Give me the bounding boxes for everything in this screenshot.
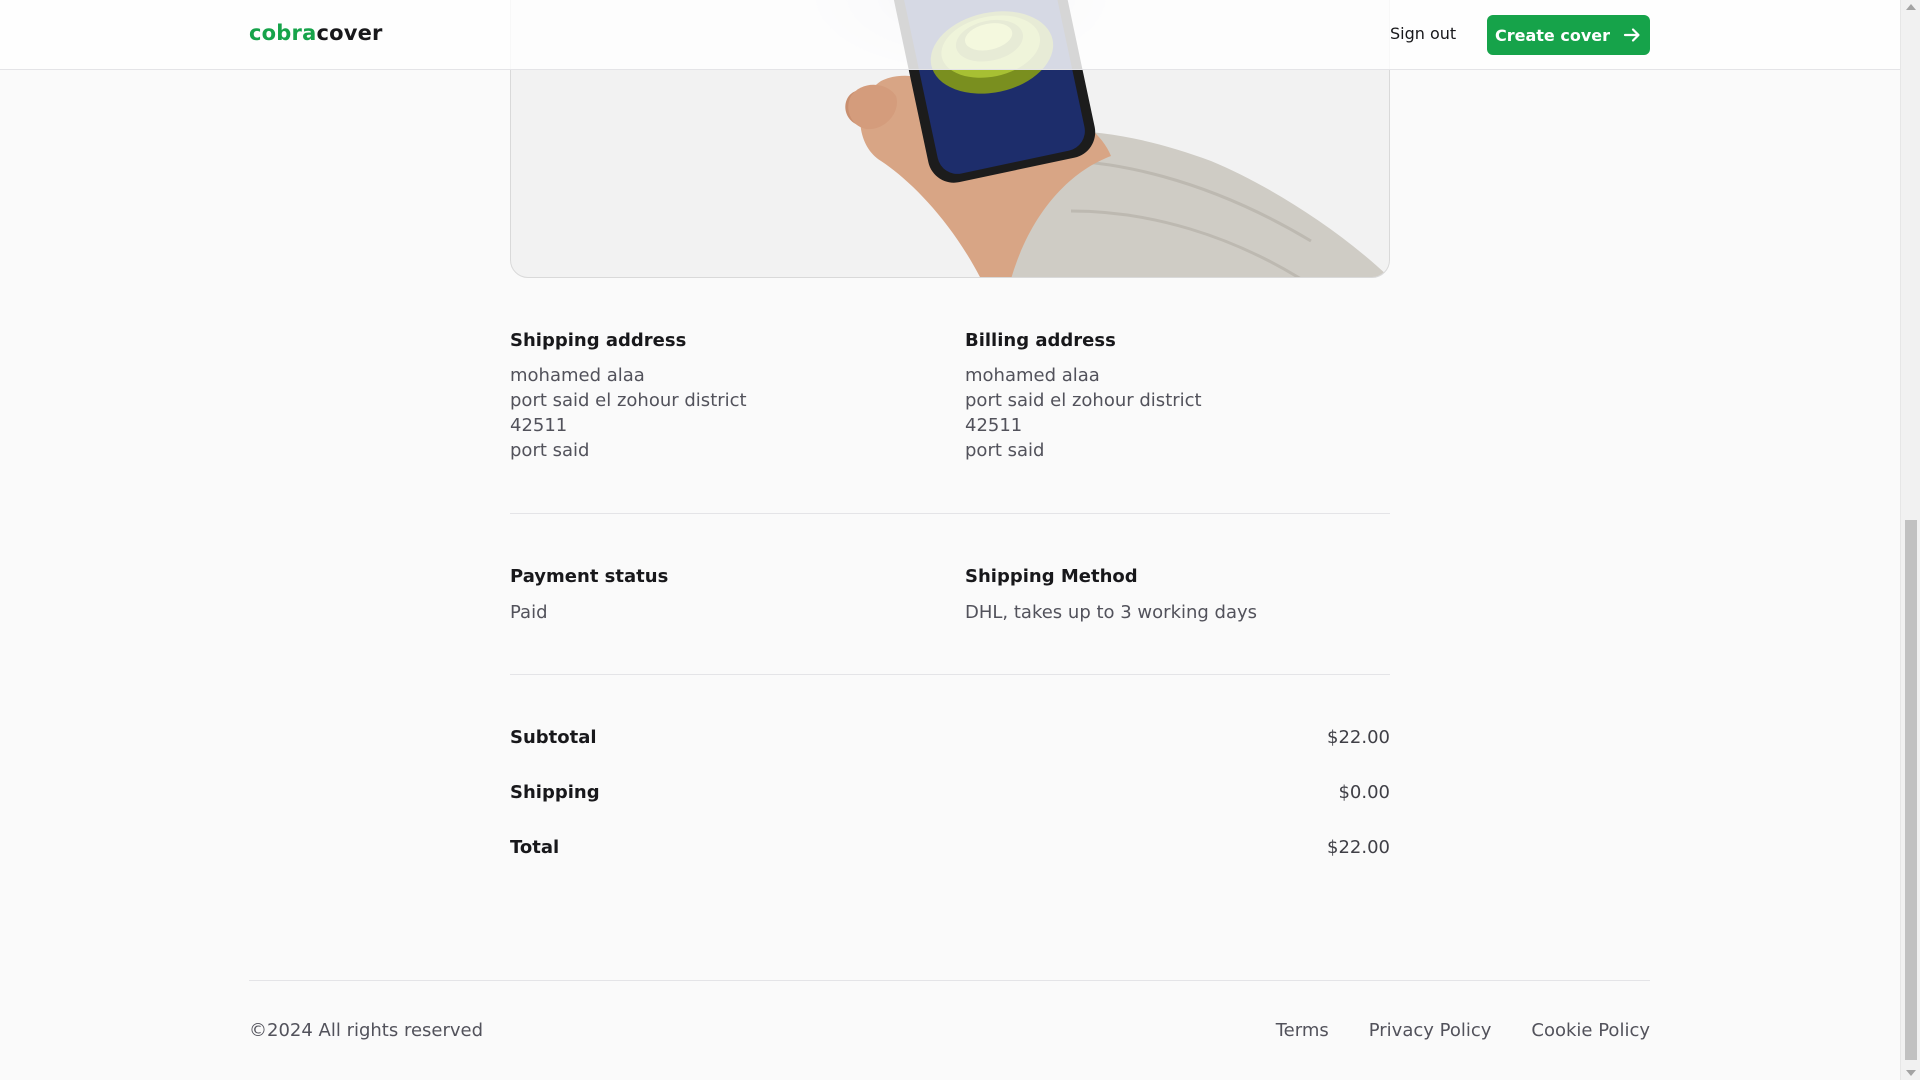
create-cover-label: Create cover — [1495, 25, 1610, 45]
cookie-policy-link[interactable]: Cookie Policy — [1531, 1020, 1650, 1041]
logo[interactable]: cobracover — [249, 21, 383, 45]
shipping-cost-label: Shipping — [510, 781, 600, 803]
billing-street: port said el zohour district — [965, 390, 1202, 411]
footer-links: Terms Privacy Policy Cookie Policy — [1276, 1020, 1650, 1041]
payment-status-title: Payment status — [510, 566, 669, 587]
shipping-address-block: mohamed alaa port said el zohour distric… — [510, 363, 747, 463]
terms-link[interactable]: Terms — [1276, 1020, 1329, 1041]
billing-address-title: Billing address — [965, 330, 1116, 351]
logo-rest: cover — [316, 21, 383, 45]
section-divider — [510, 513, 1390, 514]
billing-address-block: mohamed alaa port said el zohour distric… — [965, 363, 1202, 463]
shipping-address-title: Shipping address — [510, 330, 687, 351]
scroll-down-icon[interactable] — [1906, 1070, 1916, 1076]
create-cover-button[interactable]: Create cover — [1487, 15, 1650, 55]
footer-divider — [249, 980, 1650, 981]
shipping-name: mohamed alaa — [510, 365, 645, 386]
arrow-right-icon — [1623, 28, 1640, 42]
sign-out-link[interactable]: Sign out — [1390, 24, 1456, 43]
shipping-cost-value: $0.00 — [1338, 781, 1390, 803]
scroll-up-icon[interactable] — [1906, 4, 1916, 10]
page-scrollbar[interactable] — [1900, 0, 1920, 1080]
shipping-city: port said — [510, 440, 590, 461]
logo-accent: cobra — [249, 21, 317, 45]
billing-name: mohamed alaa — [965, 365, 1100, 386]
scroll-thumb[interactable] — [1905, 520, 1917, 1060]
subtotal-row: Subtotal $22.00 — [510, 724, 1390, 750]
total-label: Total — [510, 836, 560, 858]
shipping-street: port said el zohour district — [510, 390, 747, 411]
shipping-method-value: DHL, takes up to 3 working days — [965, 602, 1258, 623]
subtotal-label: Subtotal — [510, 726, 597, 748]
shipping-method-title: Shipping Method — [965, 566, 1138, 587]
copyright-text: ©2024 All rights reserved — [249, 1020, 484, 1041]
shipping-postal-code: 42511 — [510, 415, 568, 436]
section-divider — [510, 674, 1390, 675]
billing-city: port said — [965, 440, 1045, 461]
total-row: Total $22.00 — [510, 834, 1390, 860]
shipping-cost-row: Shipping $0.00 — [510, 779, 1390, 805]
subtotal-value: $22.00 — [1327, 726, 1390, 748]
privacy-policy-link[interactable]: Privacy Policy — [1369, 1020, 1492, 1041]
total-value: $22.00 — [1327, 836, 1390, 858]
billing-postal-code: 42511 — [965, 415, 1023, 436]
top-navbar: cobracover Sign out Create cover — [0, 0, 1900, 70]
payment-status-value: Paid — [510, 602, 548, 623]
